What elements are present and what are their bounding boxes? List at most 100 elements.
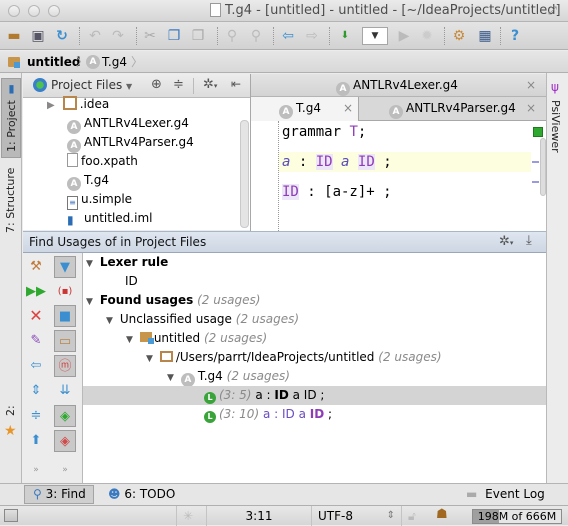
group-by-file-icon[interactable]: ⓜ [54, 355, 76, 377]
close-tab-icon[interactable]: × [526, 74, 536, 97]
back-icon[interactable]: ⇦ [278, 26, 298, 46]
up-arrow-icon[interactable]: ⬆ [25, 430, 47, 452]
export-usages-icon[interactable]: ◈ [54, 430, 76, 452]
settings-icon[interactable]: ⚙ [449, 26, 469, 46]
usage-row-selected[interactable]: L (3: 5) a : ID a ID ; [83, 386, 546, 405]
locate-icon[interactable]: ⊕ [151, 77, 162, 92]
tree-node-target[interactable]: ID [125, 272, 138, 291]
save-icon[interactable]: ▣ [28, 26, 48, 46]
more-actions-icon[interactable]: » [25, 459, 47, 481]
usage-content: L (3: 5) a : ID a ID ; [204, 386, 324, 405]
cut-icon[interactable]: ✂ [140, 26, 160, 46]
hide-panel-icon[interactable]: ⇤ [231, 77, 241, 91]
minimize-window-button[interactable] [28, 5, 40, 17]
redo-icon[interactable]: ↷ [108, 26, 128, 46]
toggle-tool-windows-icon[interactable] [4, 509, 18, 522]
usage-text: a ID ; [288, 388, 325, 402]
tree-node-file[interactable]: ▼ A T.g4 (2 usages) [167, 367, 290, 387]
inspector-icon[interactable]: ☗ [436, 507, 448, 522]
usage-marker[interactable] [532, 181, 539, 183]
project-structure-icon[interactable]: ▦ [475, 26, 495, 46]
tree-item[interactable]: ▶ .idea [47, 95, 109, 114]
expand-arrow-icon[interactable]: ▼ [126, 331, 136, 350]
usage-row[interactable]: L (3: 10) a : ID a ID ; [204, 405, 332, 424]
close-icon[interactable]: ✕ [25, 305, 47, 327]
expand-all-icon[interactable]: ⇕ [25, 380, 47, 402]
caret-position[interactable]: 3:11 [206, 506, 311, 526]
filter-icon[interactable]: ▼ [54, 256, 76, 278]
todo-icon: ☻ [108, 487, 121, 501]
editor-tab-active[interactable]: A T.g4 × [251, 97, 359, 121]
make-icon[interactable]: ⬇ [335, 26, 355, 46]
project-scrollbar[interactable] [240, 120, 249, 228]
collapse-all-icon[interactable]: ≑ [25, 405, 47, 427]
lock-icon[interactable]: 🔓︎ [401, 506, 431, 526]
memory-indicator[interactable]: 198M of 666M [472, 509, 562, 524]
editor-tab-lexer[interactable]: A ANTLRv4Lexer.g4 [336, 74, 458, 97]
tree-node-directory[interactable]: ▼ /Users/parrt/IdeaProjects/untitled (2 … [146, 348, 442, 367]
expand-arrow-icon[interactable]: ▼ [146, 350, 156, 369]
breadcrumb-item-file[interactable]: T.g4 [102, 54, 127, 70]
tree-node-unclassified[interactable]: ▼ Unclassified usage (2 usages) [106, 310, 299, 329]
group-by-module-icon[interactable]: ■ [54, 305, 76, 327]
debug-icon[interactable]: ✹ [417, 26, 437, 46]
expand-arrow-icon[interactable]: ▶ [47, 100, 55, 111]
expand-arrow-icon[interactable]: ▼ [86, 293, 96, 312]
project-view-selector[interactable]: Project Files ▼ [51, 78, 132, 92]
usage-marker[interactable] [532, 161, 539, 163]
group-by-directory-icon[interactable]: ▭ [54, 330, 76, 352]
expand-arrow-icon[interactable]: ▼ [86, 255, 96, 274]
find-icon[interactable]: ⚲ [222, 26, 242, 46]
collapse-all-icon[interactable]: ≑ [173, 77, 184, 92]
gear-icon[interactable]: ✲▾ [203, 77, 217, 92]
rerun-icon[interactable]: ▶▶ [25, 281, 47, 303]
tree-item[interactable]: A ANTLRv4Lexer.g4 [67, 114, 189, 134]
tool-tab-psiviewer[interactable]: PsiViewer [549, 100, 562, 153]
event-log-button[interactable]: ▬ Event Log [466, 486, 545, 503]
zoom-window-button[interactable] [48, 5, 60, 17]
expand-arrow-icon[interactable]: ▼ [106, 312, 116, 331]
open-folder-icon[interactable]: ▬ [4, 26, 24, 46]
tree-node-lexer-rule[interactable]: ▼ Lexer rule [86, 253, 168, 272]
help-icon[interactable]: ? [505, 26, 525, 46]
editor-scrollbar[interactable] [540, 138, 546, 196]
run-icon[interactable]: ▶ [394, 26, 414, 46]
gear-icon[interactable]: ✲▾ [499, 234, 513, 249]
breadcrumb-item-project[interactable]: untitled [27, 54, 81, 70]
tree-node-found-usages[interactable]: ▼ Found usages (2 usages) [86, 291, 260, 310]
more-actions-icon[interactable]: » [54, 459, 76, 481]
run-config-dropdown[interactable]: ▼ [362, 27, 388, 45]
sync-icon[interactable]: ↻ [52, 26, 72, 46]
usage-position: (3: 10) [219, 407, 260, 421]
tree-item[interactable]: ≡ u.simple [67, 190, 132, 210]
close-window-button[interactable] [8, 5, 20, 17]
pin-icon[interactable]: ✎ [25, 330, 47, 352]
fullscreen-icon[interactable]: ⤢ [548, 4, 560, 17]
settings-icon[interactable]: ⚒ [25, 256, 47, 278]
editor-tab-parser[interactable]: A ANTLRv4Parser.g4 [389, 97, 516, 120]
hide-panel-icon[interactable]: ⤓ [526, 233, 532, 248]
tree-item[interactable]: ▮ untitled.iml [67, 209, 152, 228]
tree-item[interactable]: A ANTLRv4Parser.g4 [67, 133, 194, 153]
show-read-write-icon[interactable]: (▪) [54, 281, 76, 303]
editor-gutter [251, 121, 279, 231]
tree-item[interactable]: foo.xpath [67, 152, 138, 171]
undo-icon[interactable]: ↶ [85, 26, 105, 46]
replace-icon[interactable]: ⚲ [246, 26, 266, 46]
module-file-icon: ▮ [67, 213, 74, 227]
autoscroll-icon[interactable]: ⇊ [54, 380, 76, 402]
tool-tab-project[interactable]: 1: Project ▮ [1, 78, 21, 158]
tree-item[interactable]: A T.g4 [67, 171, 109, 191]
tree-node-module[interactable]: ▼ untitled (2 usages) [126, 329, 267, 348]
tool-tab-todo[interactable]: ☻ 6: TODO [108, 486, 175, 503]
encoding-selector[interactable]: UTF-8 ⇕ [311, 506, 401, 526]
tool-tab-structure[interactable]: 7: Structure ⑂ [1, 165, 37, 235]
copy-icon[interactable]: ❐ [164, 26, 184, 46]
close-tab-icon[interactable]: × [343, 97, 353, 120]
forward-icon[interactable]: ⇨ [302, 26, 322, 46]
paste-icon[interactable]: ❐ [188, 26, 208, 46]
previous-icon[interactable]: ⇦ [25, 355, 47, 377]
import-usages-icon[interactable]: ◈ [54, 405, 76, 427]
close-tab-icon[interactable]: × [526, 97, 536, 120]
tool-tab-find[interactable]: ⚲ 3: Find [24, 485, 94, 504]
